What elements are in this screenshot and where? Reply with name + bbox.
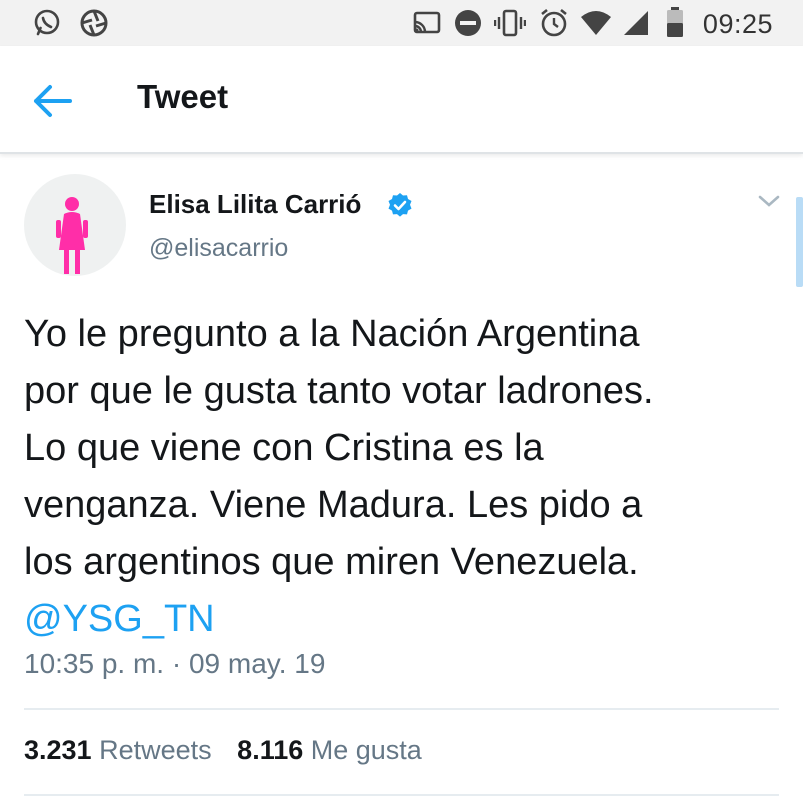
author-name[interactable]: Elisa Lilita Carrió — [149, 189, 361, 220]
back-button[interactable] — [30, 83, 80, 119]
tweet-stats: 3.231 Retweets 8.116 Me gusta — [24, 735, 440, 766]
likes-stat[interactable]: 8.116 Me gusta — [237, 735, 422, 766]
whatsapp-icon — [32, 8, 62, 43]
author-handle[interactable]: @elisacarrio — [149, 234, 288, 263]
scrollbar[interactable] — [796, 197, 803, 287]
divider — [24, 708, 779, 710]
likes-label: Me gusta — [310, 735, 422, 765]
retweets-count: 3.231 — [24, 735, 92, 765]
tweet-text-line: Lo que viene con Cristina es la — [24, 427, 544, 469]
battery-icon — [666, 6, 684, 43]
retweets-label: Retweets — [99, 735, 212, 765]
person-figure-icon — [56, 197, 88, 274]
retweets-stat[interactable]: 3.231 Retweets — [24, 735, 212, 766]
verified-badge-icon — [387, 192, 413, 223]
arrow-left-icon — [34, 85, 72, 117]
cast-icon — [412, 8, 442, 43]
divider — [24, 794, 779, 796]
chevron-down-icon — [758, 195, 780, 207]
status-bar: 09:25 — [0, 0, 803, 46]
do-not-disturb-icon — [453, 8, 483, 43]
camera-aperture-icon — [79, 8, 109, 43]
avatar[interactable] — [24, 174, 126, 276]
status-time: 09:25 — [702, 9, 773, 39]
wifi-icon — [580, 8, 612, 43]
app-header: Tweet — [0, 46, 803, 154]
tweet-text: Yo le pregunto a la Nación Argentina por… — [24, 306, 794, 648]
tweet-timestamp: 10:35 p. m. · 09 may. 19 — [24, 648, 326, 679]
mention-link[interactable]: @YSG_TN — [24, 591, 794, 648]
tweet-options-button[interactable] — [757, 193, 781, 214]
signal-icon — [622, 8, 650, 43]
likes-count: 8.116 — [237, 735, 304, 765]
tweet-text-line: venganza. Viene Madura. Les pido a — [24, 484, 643, 526]
page-title: Tweet — [137, 78, 229, 115]
tweet-text-line: por que le gusta tanto votar ladrones. — [24, 370, 654, 412]
alarm-icon — [539, 8, 569, 43]
tweet-text-line: los argentinos que miren Venezuela. — [24, 541, 639, 583]
vibrate-icon — [493, 8, 527, 43]
tweet-text-line: Yo le pregunto a la Nación Argentina — [24, 313, 640, 355]
